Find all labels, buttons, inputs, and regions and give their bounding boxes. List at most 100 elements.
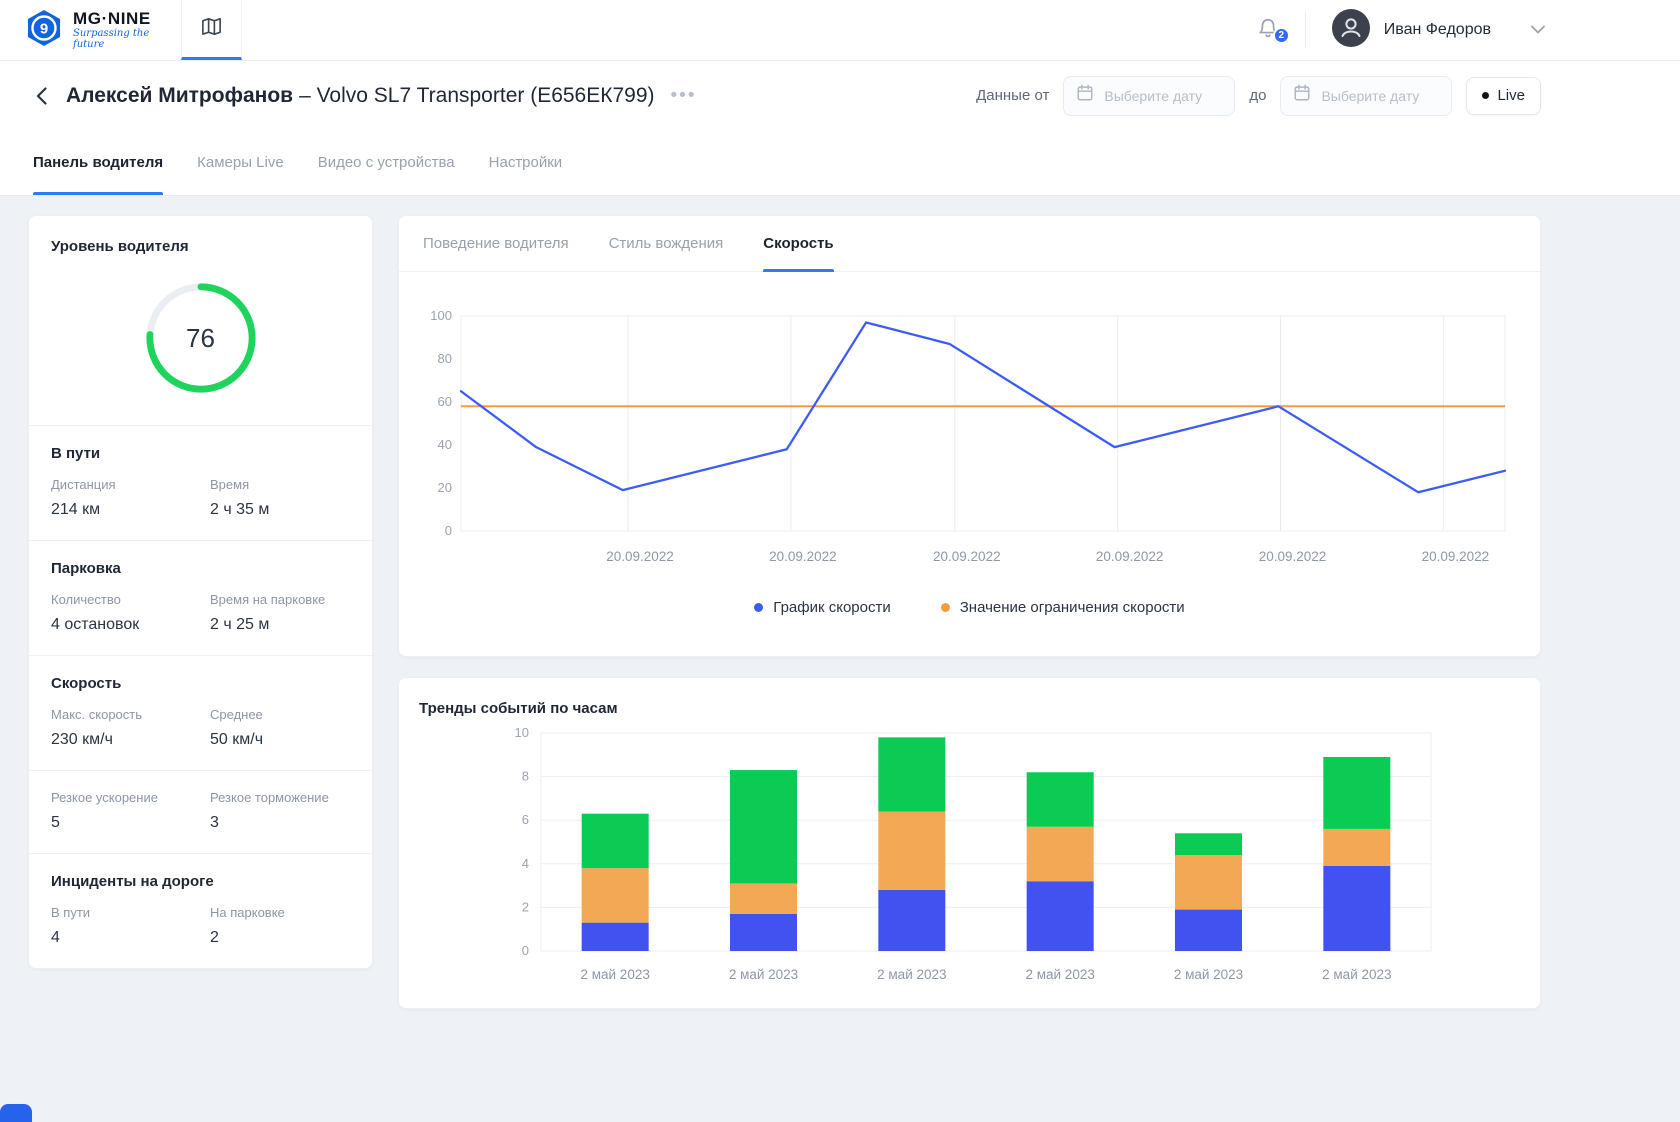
more-options-icon[interactable]: ••• — [671, 86, 697, 105]
stat-incidents-en-route: В пути 4 — [51, 905, 198, 947]
chat-widget-launcher[interactable] — [0, 1104, 32, 1122]
section-title: Инциденты на дороге — [51, 873, 214, 890]
header-controls: Данные от Выберите дату до Выберите дату — [976, 75, 1541, 116]
stat-value: 5 — [51, 814, 60, 831]
svg-text:9: 9 — [40, 20, 48, 37]
calendar-icon — [1076, 84, 1094, 107]
brand-tagline: Surpassing the future — [73, 28, 150, 51]
chart-tab-driving-style[interactable]: Стиль вождения — [609, 216, 724, 271]
stat-parking-time: Время на парковке 2 ч 25 м — [210, 592, 350, 634]
vehicle-name: – Volvo SL7 Transporter (Е656ЕК799) — [299, 83, 655, 107]
stat-max-speed: Макс. скорость 230 км/ч — [51, 707, 198, 749]
stat-distance: Дистанция 214 км — [51, 477, 198, 519]
stat-value: 2 — [210, 929, 219, 946]
legend-dot-speed-limit — [940, 603, 950, 612]
stat-harsh-acceleration: Резкое ускорение 5 — [51, 790, 198, 832]
svg-text:2 май 2023: 2 май 2023 — [1174, 967, 1243, 982]
svg-text:20.09.2022: 20.09.2022 — [1096, 549, 1164, 564]
section-harsh-events: Резкое ускорение 5 Резкое торможение 3 — [29, 770, 372, 853]
section-speed: Скорость Макс. скорость 230 км/ч Среднее… — [29, 655, 372, 770]
svg-text:20.09.2022: 20.09.2022 — [1422, 549, 1490, 564]
tab-device-video[interactable]: Видео с устройства — [318, 130, 455, 195]
svg-text:2 май 2023: 2 май 2023 — [1322, 967, 1391, 982]
data-from-label: Данные от — [976, 87, 1050, 104]
nav-tab-map[interactable] — [181, 0, 242, 60]
stat-value: 230 км/ч — [51, 731, 113, 748]
section-road-incidents: Инциденты на дороге В пути 4 На парковке… — [29, 853, 372, 968]
legend-speed-series[interactable]: График скорости — [754, 599, 891, 616]
date-from-input[interactable]: Выберите дату — [1063, 75, 1236, 116]
tab-driver-panel[interactable]: Панель водителя — [33, 130, 164, 195]
legend-label: График скорости — [773, 599, 891, 616]
stat-value: 50 км/ч — [210, 731, 264, 748]
page-header: Алексей Митрофанов – Volvo SL7 Transporte… — [0, 61, 1680, 130]
chart-tab-speed[interactable]: Скорость — [763, 216, 834, 272]
stat-label: Время на парковке — [210, 592, 326, 607]
chevron-down-icon — [1531, 21, 1545, 39]
date-to-placeholder: Выберите дату — [1321, 87, 1420, 104]
svg-text:0: 0 — [522, 943, 529, 958]
stat-label: На парковке — [210, 905, 285, 920]
driver-name: Алексей Митрофанов — [66, 83, 294, 107]
stat-label: Макс. скорость — [51, 707, 143, 722]
stat-value: 4 остановок — [51, 616, 140, 633]
user-menu[interactable]: Иван Федоров — [1306, 8, 1545, 52]
live-button[interactable]: Live — [1466, 76, 1541, 115]
brand-logo[interactable]: 9 MG·NINE Surpassing the future — [0, 0, 181, 60]
event-trends-bar-chart: 0 2 4 6 8 10 2 май 2023 2 май 2023 2 май 2023 2 м… — [419, 725, 1520, 990]
content-area: Уровень водителя 76 В пути Дистанция 214… — [0, 195, 1680, 1009]
svg-text:0: 0 — [445, 523, 452, 538]
legend-dot-speed — [754, 603, 764, 612]
section-title: Скорость — [51, 675, 122, 692]
svg-text:20.09.2022: 20.09.2022 — [769, 549, 837, 564]
user-name: Иван Федоров — [1383, 21, 1491, 38]
svg-text:80: 80 — [438, 351, 452, 366]
section-title: В пути — [51, 445, 101, 462]
brand-hexagon-icon: 9 — [24, 8, 64, 53]
page-title: Алексей Митрофанов – Volvo SL7 Transporte… — [66, 84, 655, 108]
legend-speed-limit-series[interactable]: Значение ограничения скорости — [940, 599, 1185, 616]
notification-badge: 2 — [1272, 26, 1290, 44]
date-from-placeholder: Выберите дату — [1104, 87, 1203, 104]
speed-line-chart: 20.09.2022 20.09.2022 20.09.2022 20.09.2022… — [399, 272, 1540, 575]
stat-label: Резкое торможение — [210, 790, 329, 805]
driver-level-value: 76 — [186, 322, 215, 353]
svg-text:6: 6 — [522, 812, 529, 827]
stat-stop-count: Количество 4 остановок — [51, 592, 198, 634]
page-tabs: Панель водителя Камеры Live Видео с устр… — [0, 130, 1680, 195]
svg-text:2 май 2023: 2 май 2023 — [877, 967, 946, 982]
stat-value: 3 — [210, 814, 219, 831]
date-to-input[interactable]: Выберите дату — [1280, 75, 1453, 116]
tab-cameras-live[interactable]: Камеры Live — [197, 130, 284, 195]
section-title: Парковка — [51, 560, 121, 577]
top-navbar: 9 MG·NINE Surpassing the future 2 Иван Ф… — [0, 0, 1680, 61]
event-trends-title: Тренды событий по часам — [419, 700, 618, 717]
stat-label: В пути — [51, 905, 91, 920]
driver-level-title: Уровень водителя — [51, 238, 189, 255]
tab-settings[interactable]: Настройки — [489, 130, 563, 195]
stat-avg-speed: Среднее 50 км/ч — [210, 707, 350, 749]
map-icon — [200, 15, 223, 43]
svg-text:8: 8 — [522, 769, 529, 784]
svg-text:2 май 2023: 2 май 2023 — [729, 967, 798, 982]
avatar — [1331, 8, 1370, 52]
calendar-icon — [1293, 84, 1311, 107]
section-en-route: В пути Дистанция 214 км Время 2 ч 35 м — [29, 425, 372, 540]
event-trends-card: Тренды событий по часам 0 2 4 6 8 10 2 май 202… — [398, 677, 1541, 1009]
stat-label: Дистанция — [51, 477, 116, 492]
stat-incidents-parking: На парковке 2 — [210, 905, 350, 947]
back-button[interactable] — [28, 83, 54, 109]
svg-text:60: 60 — [438, 394, 452, 409]
stat-label: Среднее — [210, 707, 263, 722]
page-header-block: Алексей Митрофанов – Volvo SL7 Transporte… — [0, 61, 1680, 195]
stat-time: Время 2 ч 35 м — [210, 477, 350, 519]
stat-harsh-braking: Резкое торможение 3 — [210, 790, 350, 832]
stat-label: Резкое ускорение — [51, 790, 158, 805]
chart-tab-behavior[interactable]: Поведение водителя — [423, 216, 569, 271]
live-label: Live — [1497, 87, 1525, 104]
chart-legend: График скорости Значение ограничения ско… — [399, 575, 1540, 656]
stat-label: Количество — [51, 592, 121, 607]
notifications-button[interactable]: 2 — [1231, 16, 1305, 45]
stat-value: 214 км — [51, 501, 101, 518]
stat-label: Время — [210, 477, 250, 492]
